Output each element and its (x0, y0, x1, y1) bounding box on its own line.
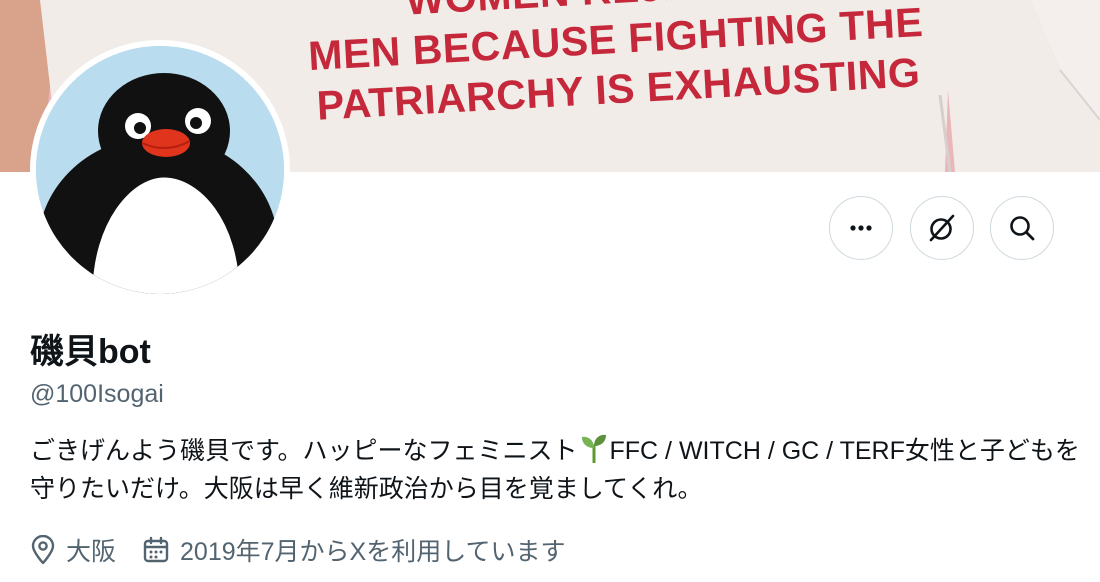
profile-meta: 大阪 2019年7月からXを利用しています (30, 530, 591, 570)
location-pin-icon (31, 535, 55, 565)
joined-item: 2019年7月からXを利用しています (142, 532, 565, 568)
bio-text-part1: ごきげんよう磯貝です。ハッピーなフェミニスト (30, 437, 578, 465)
search-button[interactable] (990, 196, 1054, 260)
avatar[interactable] (30, 40, 290, 300)
more-button[interactable] (829, 196, 893, 260)
profile-bio: ごきげんよう磯貝です。ハッピーなフェミニスト FFC / WITCH / GC /… (30, 432, 1080, 508)
calendar-icon (143, 536, 169, 563)
location-text: 大阪 (66, 538, 117, 566)
seedling-icon (581, 434, 606, 463)
penguin-avatar-illustration (36, 46, 284, 294)
grok-icon (929, 214, 955, 242)
username-handle: @100Isogai (30, 380, 164, 408)
search-icon (1010, 216, 1035, 241)
joined-date-text: 2019年7月からXを利用しています (180, 538, 566, 566)
location-item: 大阪 (30, 532, 116, 568)
avatar-image (36, 46, 284, 294)
more-horizontal-icon (850, 225, 872, 231)
display-name: 磯貝bot (30, 333, 151, 371)
grok-button[interactable] (910, 196, 974, 260)
